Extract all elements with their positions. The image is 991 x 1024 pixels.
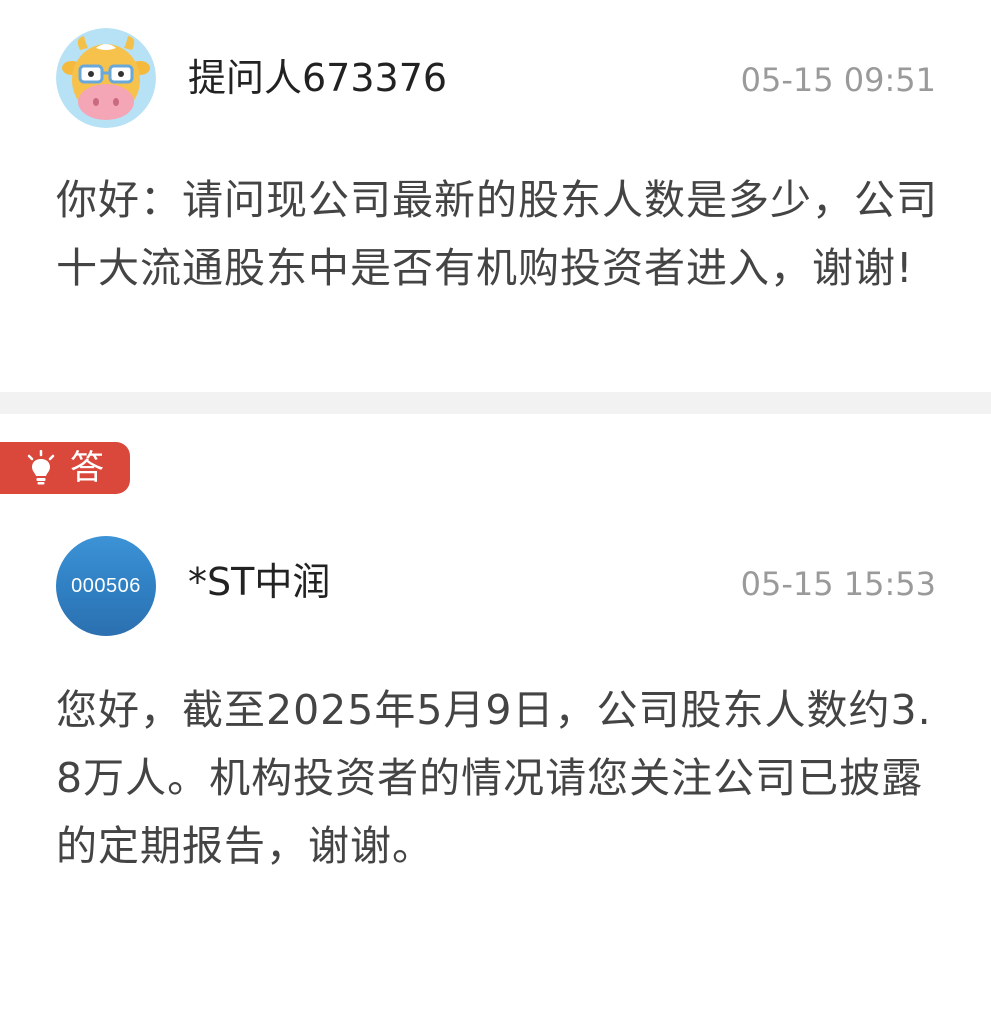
cartoon-cow-avatar-icon [56, 28, 156, 128]
answer-text: 您好，截至2025年5月9日，公司股东人数约3.8万人。机构投资者的情况请您关注… [56, 686, 932, 870]
answer-badge-label: 答 [70, 448, 104, 488]
question-timestamp: 05-15 09:51 [740, 61, 936, 99]
user-avatar[interactable] [56, 28, 156, 128]
question-user-name[interactable]: 提问人673376 [188, 56, 447, 100]
question-card: 提问人673376 05-15 09:51 你好：请问现公司最新的股东人数是多少… [0, 0, 991, 392]
section-divider [0, 392, 991, 414]
company-name[interactable]: *ST中润 [188, 560, 330, 604]
answer-badge: 答 [0, 442, 130, 494]
lightbulb-icon [27, 450, 55, 485]
question-text: 你好：请问现公司最新的股东人数是多少，公司十大流通股东中是否有机购投资者进入，谢… [56, 176, 938, 292]
company-code: 000506 [71, 575, 141, 597]
answer-timestamp: 05-15 15:53 [740, 565, 936, 603]
answer-header: 000506 *ST中润 05-15 15:53 [56, 536, 936, 636]
answer-card: 答 000506 *ST中润 05-15 15:53 您好，截至2025年5月9… [0, 414, 991, 1024]
company-avatar[interactable]: 000506 [56, 536, 156, 636]
question-header: 提问人673376 05-15 09:51 [56, 28, 936, 128]
